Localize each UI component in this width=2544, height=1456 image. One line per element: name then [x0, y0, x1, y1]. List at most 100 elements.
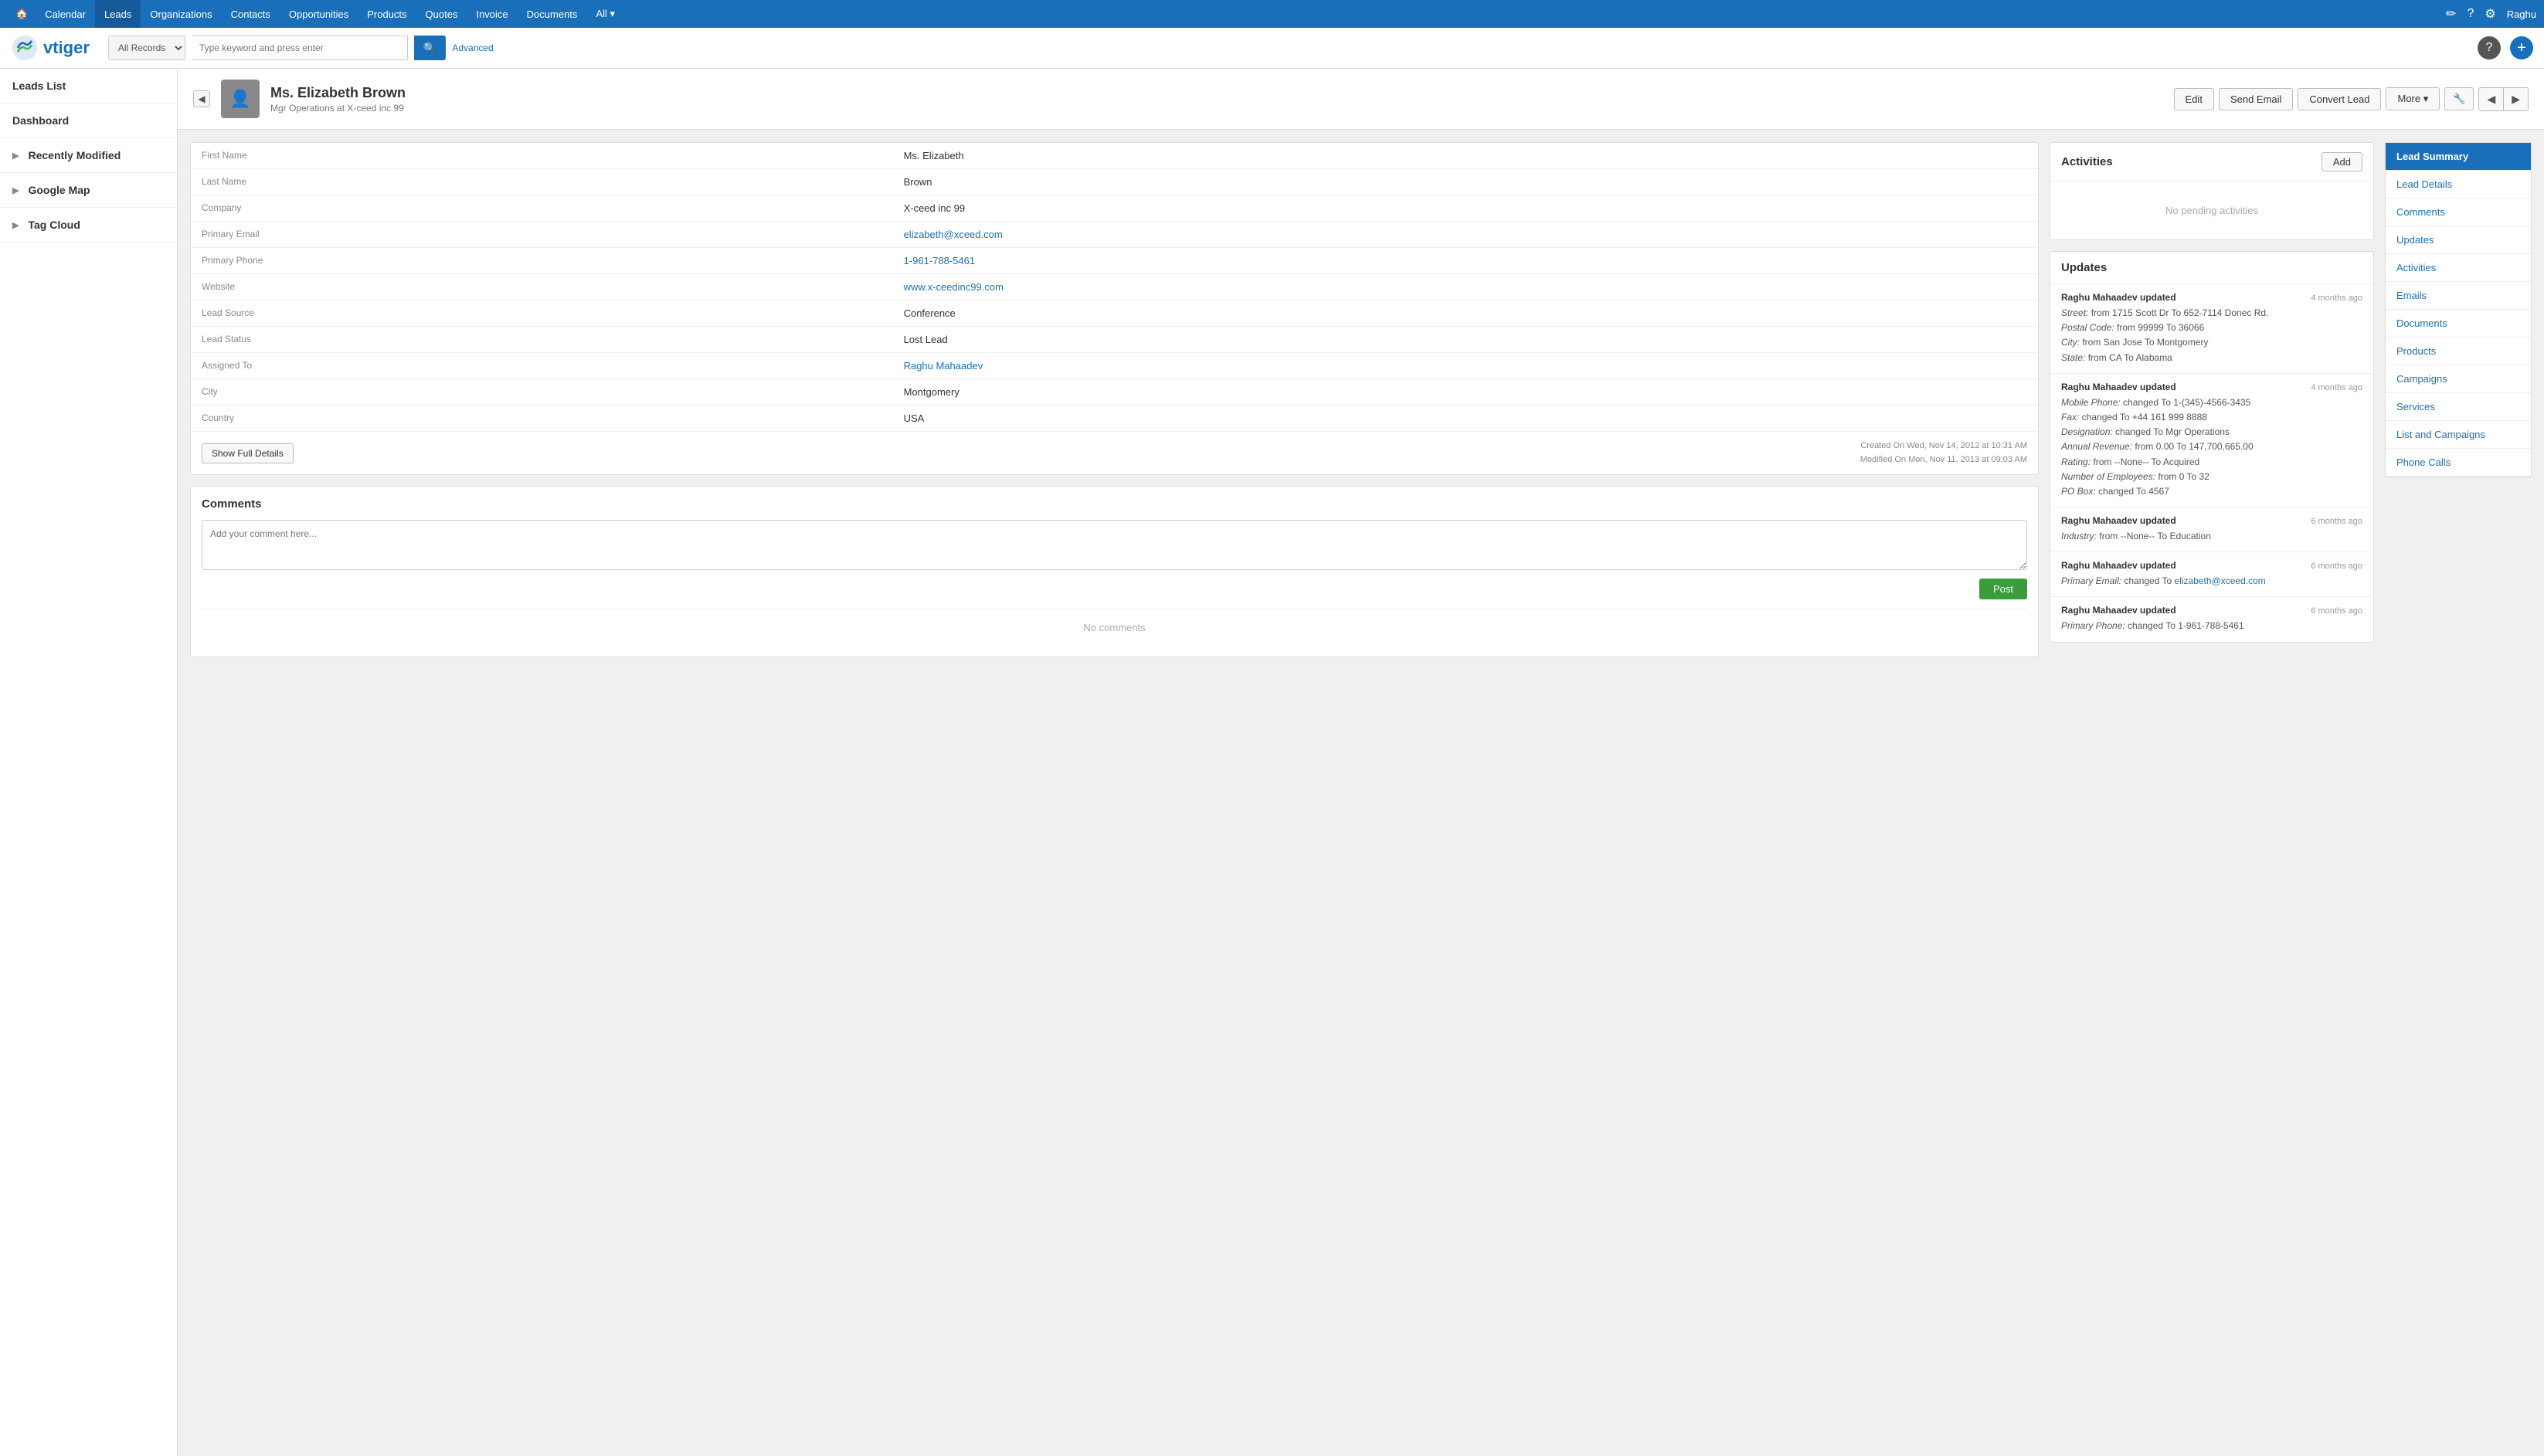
nav-home[interactable]: 🏠	[8, 0, 36, 28]
advanced-search-link[interactable]: Advanced	[452, 42, 493, 53]
right-nav-item-campaigns[interactable]: Campaigns	[2386, 365, 2531, 393]
edit-button[interactable]: Edit	[2174, 88, 2214, 110]
nav-invoice[interactable]: Invoice	[467, 0, 517, 28]
detail-field-label: Last Name	[191, 169, 893, 195]
nav-products[interactable]: Products	[358, 0, 416, 28]
nav-calendar[interactable]: Calendar	[36, 0, 95, 28]
updates-card: Updates Raghu Mahaadev updated4 months a…	[2050, 251, 2374, 643]
detail-field-value[interactable]: 1-961-788-5461	[893, 248, 2038, 274]
no-activities-text: No pending activities	[2050, 182, 2373, 239]
comments-section: Comments Post No comments	[190, 486, 2039, 657]
no-comments-text: No comments	[202, 609, 2027, 646]
update-entry: Raghu Mahaadev updated4 months agoMobile…	[2050, 374, 2373, 507]
send-email-button[interactable]: Send Email	[2219, 88, 2293, 110]
sidebar-item-tag-cloud[interactable]: ▶ Tag Cloud	[0, 208, 177, 243]
update-time: 6 months ago	[2311, 606, 2362, 616]
detail-field-value[interactable]: Raghu Mahaadev	[893, 353, 2038, 379]
update-line: Fax: changed To +44 161 999 8888	[2061, 410, 2362, 425]
detail-table: First NameMs. ElizabethLast NameBrownCom…	[191, 143, 2038, 431]
logo: vtiger	[11, 34, 90, 62]
record-header: ◀ 👤 Ms. Elizabeth Brown Mgr Operations a…	[178, 69, 2544, 130]
right-nav-item-list-and-campaigns[interactable]: List and Campaigns	[2386, 421, 2531, 449]
record-nav-arrows: ◀ ▶	[2478, 87, 2529, 111]
add-new-button[interactable]: +	[2510, 36, 2533, 59]
avatar: 👤	[221, 80, 260, 118]
right-nav-item-activities[interactable]: Activities	[2386, 254, 2531, 282]
detail-field-label: Country	[191, 406, 893, 432]
more-button[interactable]: More ▾	[2386, 87, 2440, 110]
update-line: Number of Employees: from 0 To 32	[2061, 470, 2362, 484]
detail-field-label: Primary Phone	[191, 248, 893, 274]
nav-organizations[interactable]: Organizations	[141, 0, 221, 28]
update-entry: Raghu Mahaadev updated4 months agoStreet…	[2050, 284, 2373, 374]
nav-leads[interactable]: Leads	[95, 0, 141, 28]
update-line: Designation: changed To Mgr Operations	[2061, 425, 2362, 440]
pencil-icon[interactable]: ✏	[2446, 6, 2456, 22]
right-nav-item-phone-calls[interactable]: Phone Calls	[2386, 449, 2531, 477]
nav-quotes[interactable]: Quotes	[416, 0, 467, 28]
right-nav-item-documents[interactable]: Documents	[2386, 310, 2531, 338]
add-activity-button[interactable]: Add	[2322, 152, 2362, 171]
sidebar-item-google-map[interactable]: ▶ Google Map	[0, 173, 177, 208]
detail-field-value: Brown	[893, 169, 2038, 195]
comment-textarea[interactable]	[202, 520, 2027, 570]
detail-field-value: Montgomery	[893, 379, 2038, 406]
nav-opportunities[interactable]: Opportunities	[280, 0, 358, 28]
top-nav: 🏠 Calendar Leads Organizations Contacts …	[0, 0, 2544, 28]
convert-lead-button[interactable]: Convert Lead	[2298, 88, 2381, 110]
sidebar-item-leads-list[interactable]: Leads List	[0, 69, 177, 104]
detail-field-value[interactable]: elizabeth@xceed.com	[893, 222, 2038, 248]
update-line: Street: from 1715 Scott Dr To 652-7114 D…	[2061, 306, 2362, 321]
leads-list-label: Leads List	[12, 80, 66, 92]
show-full-details-button[interactable]: Show Full Details	[202, 443, 294, 463]
record-actions: Edit Send Email Convert Lead More ▾ 🔧 ◀ …	[2174, 87, 2529, 111]
update-line: Mobile Phone: changed To 1-(345)-4566-34…	[2061, 395, 2362, 410]
search-scope-select[interactable]: All Records	[108, 36, 185, 60]
tag-cloud-arrow: ▶	[12, 220, 19, 230]
search-bar: vtiger All Records 🔍 Advanced ? +	[0, 28, 2544, 69]
search-button[interactable]: 🔍	[414, 36, 446, 60]
collapse-sidebar-button[interactable]: ◀	[193, 90, 210, 107]
updates-header: Updates	[2050, 252, 2373, 284]
update-entry: Raghu Mahaadev updated6 months agoPrimar…	[2050, 597, 2373, 641]
activities-title: Activities	[2061, 155, 2113, 168]
sidebar: Leads List Dashboard ▶ Recently Modified…	[0, 69, 178, 1456]
search-bar-right: ? +	[2478, 36, 2533, 59]
post-comment-button[interactable]: Post	[1979, 579, 2027, 599]
card-footer: Show Full Details Created On Wed, Nov 14…	[191, 431, 2038, 474]
search-input[interactable]	[192, 36, 408, 60]
right-nav-item-lead-summary[interactable]: Lead Summary	[2386, 143, 2531, 171]
right-nav-item-updates[interactable]: Updates	[2386, 226, 2531, 254]
prev-record-button[interactable]: ◀	[2479, 88, 2504, 110]
right-nav-item-emails[interactable]: Emails	[2386, 282, 2531, 310]
detail-field-value[interactable]: www.x-ceedinc99.com	[893, 274, 2038, 300]
help-icon[interactable]: ?	[2467, 7, 2474, 21]
help-circle-icon[interactable]: ?	[2478, 36, 2501, 59]
detail-field-label: City	[191, 379, 893, 406]
right-nav-item-comments[interactable]: Comments	[2386, 199, 2531, 226]
sidebar-item-dashboard[interactable]: Dashboard	[0, 104, 177, 138]
update-author: Raghu Mahaadev updated	[2061, 382, 2176, 392]
nav-all[interactable]: All ▾	[586, 0, 624, 28]
main-column: First NameMs. ElizabethLast NameBrownCom…	[190, 142, 2039, 657]
right-nav-item-products[interactable]: Products	[2386, 338, 2531, 365]
record-full-name: Ms. Elizabeth Brown	[270, 85, 406, 101]
activities-column: Activities Add No pending activities Upd…	[2050, 142, 2374, 643]
right-nav-item-services[interactable]: Services	[2386, 393, 2531, 421]
next-record-button[interactable]: ▶	[2504, 88, 2528, 110]
topnav-right: ✏ ? ⚙ Raghu	[2446, 6, 2536, 22]
update-link[interactable]: elizabeth@xceed.com	[2175, 575, 2266, 586]
update-time: 6 months ago	[2311, 562, 2362, 571]
nav-contacts[interactable]: Contacts	[222, 0, 280, 28]
nav-documents[interactable]: Documents	[518, 0, 587, 28]
tools-button[interactable]: 🔧	[2444, 87, 2474, 110]
detail-field-label: Company	[191, 195, 893, 222]
recently-modified-label: Recently Modified	[28, 149, 121, 161]
sidebar-item-recently-modified[interactable]: ▶ Recently Modified	[0, 138, 177, 173]
update-time: 6 months ago	[2311, 517, 2362, 526]
update-line: Annual Revenue: from 0.00 To 147,700,665…	[2061, 440, 2362, 454]
right-nav-item-lead-details[interactable]: Lead Details	[2386, 171, 2531, 199]
user-menu[interactable]: Raghu	[2507, 8, 2536, 20]
settings-icon[interactable]: ⚙	[2485, 6, 2495, 22]
update-entry: Raghu Mahaadev updated6 months agoIndust…	[2050, 507, 2373, 552]
